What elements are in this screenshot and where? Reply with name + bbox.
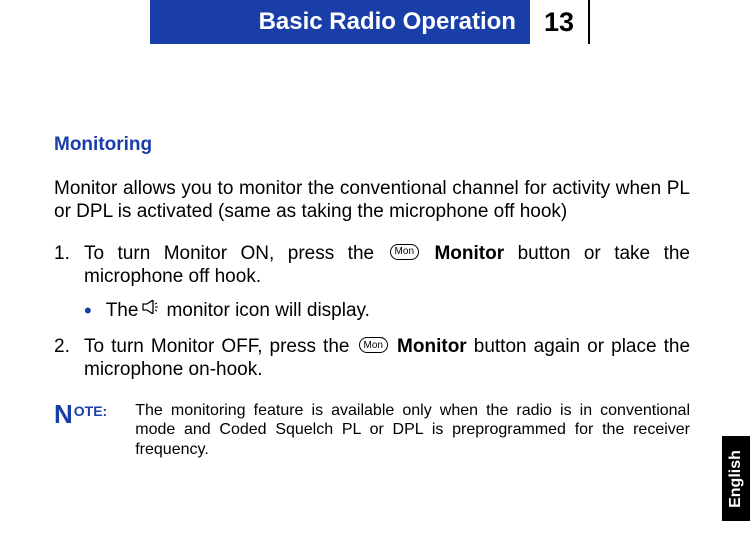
header-spacer	[0, 0, 150, 44]
step-1-number: 1.	[54, 243, 84, 288]
step-1: 1. To turn Monitor ON, press the Mon Mon…	[54, 243, 690, 288]
mon-button-icon: Mon	[359, 337, 388, 353]
intro-paragraph: Monitor allows you to monitor the conven…	[54, 178, 690, 223]
note-block: N OTE: The monitoring feature is availab…	[54, 401, 690, 459]
section-heading: Monitoring	[54, 134, 690, 156]
header-right-spacer	[590, 0, 750, 44]
bullet-item: • The monitor icon will display.	[84, 300, 690, 322]
step-2-body: To turn Monitor OFF, press the Mon Monit…	[84, 336, 690, 381]
bullet-text-a: The	[106, 300, 139, 322]
page-header: Basic Radio Operation 13	[0, 0, 750, 44]
step-1-bold: Monitor	[434, 243, 504, 264]
note-text: The monitoring feature is available only…	[135, 401, 690, 459]
step-2: 2. To turn Monitor OFF, press the Mon Mo…	[54, 336, 690, 381]
mon-button-icon: Mon	[390, 244, 419, 260]
step-2-bold: Monitor	[397, 336, 467, 357]
step-2-text-a: To turn Monitor OFF, press the	[84, 336, 357, 357]
page-number: 13	[530, 0, 590, 44]
step-2-text-b	[390, 336, 397, 357]
step-1-text-b	[421, 243, 434, 264]
note-label: OTE:	[74, 401, 107, 459]
speaker-icon	[142, 298, 162, 320]
bullet-text-b: monitor icon will display.	[166, 300, 369, 322]
step-1-text-a: To turn Monitor ON, press the	[84, 243, 388, 264]
note-initial: N	[54, 401, 73, 459]
step-2-number: 2.	[54, 336, 84, 381]
language-tab-label: English	[727, 450, 745, 508]
language-tab: English	[722, 436, 750, 521]
bullet-dot-icon: •	[84, 300, 92, 322]
step-1-body: To turn Monitor ON, press the Mon Monito…	[84, 243, 690, 288]
page-content: Monitoring Monitor allows you to monitor…	[0, 44, 750, 459]
chapter-title: Basic Radio Operation	[150, 0, 530, 44]
